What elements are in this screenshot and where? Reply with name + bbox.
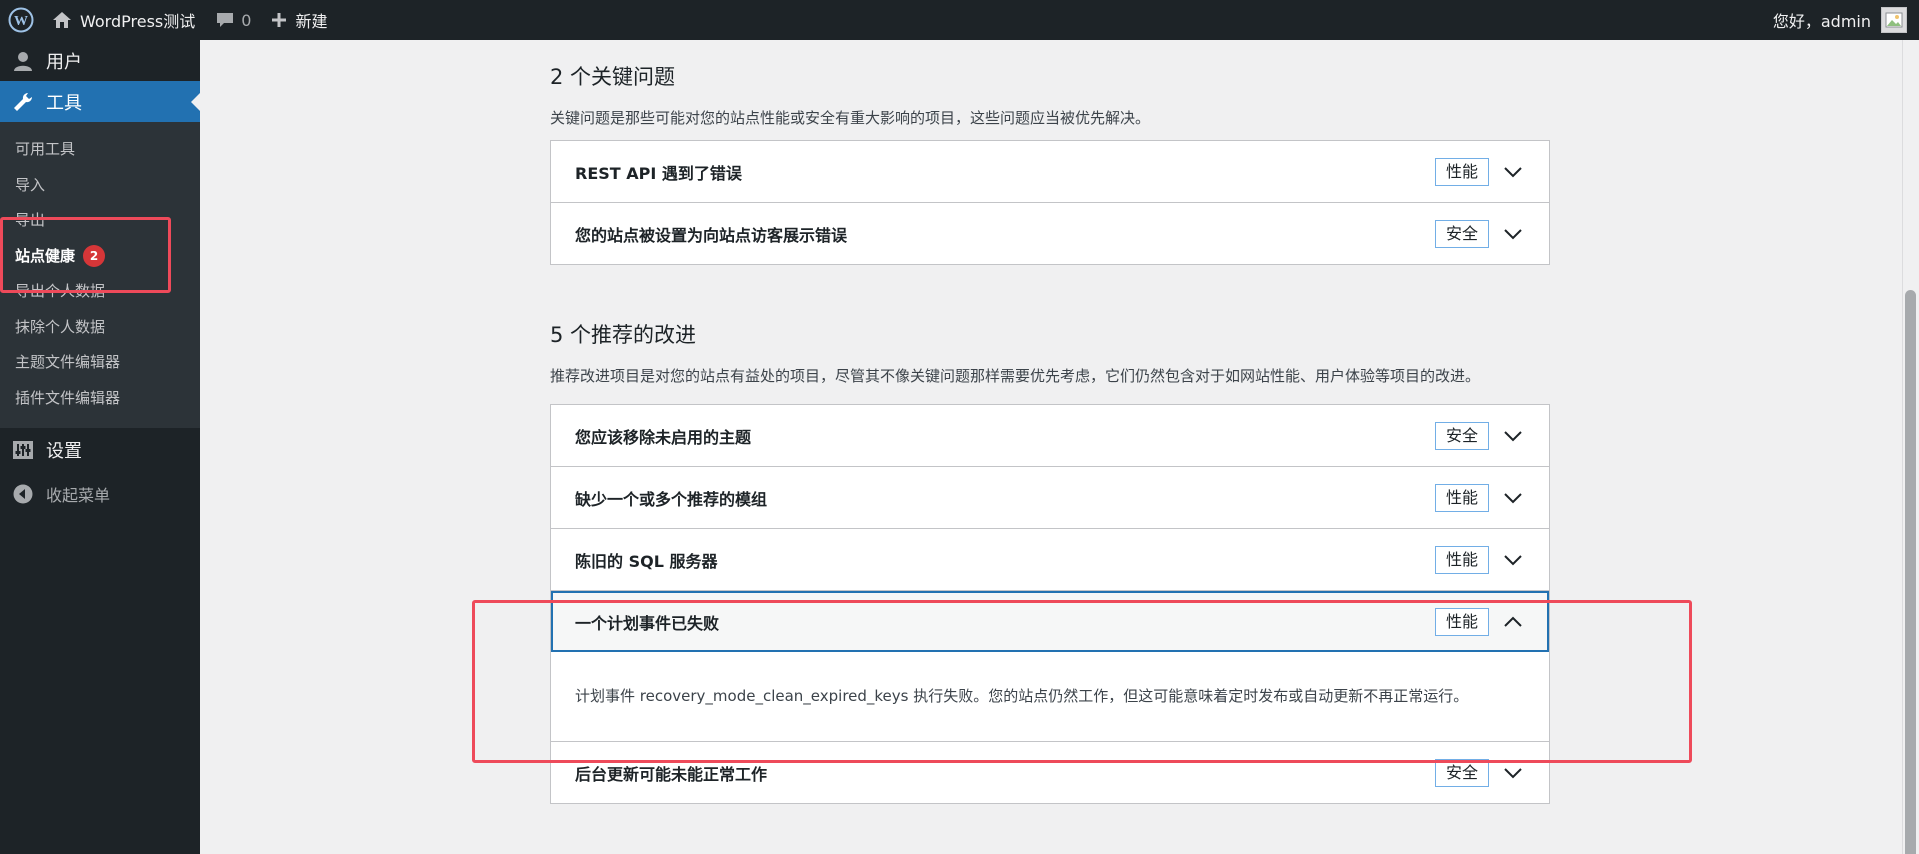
- chevron-down-icon: [1501, 160, 1525, 184]
- page-scrollbar[interactable]: [1902, 40, 1919, 854]
- admin-sidebar: 用户 工具 可用工具 导入 导出 站点健康 2 导出个人数据 抹除个人数据 主题文…: [0, 40, 200, 854]
- submenu-available-tools[interactable]: 可用工具: [0, 132, 200, 168]
- issue-item: 您的站点被设置为向站点访客展示错误 安全: [551, 202, 1549, 264]
- submenu-label: 导出个人数据: [15, 282, 106, 300]
- my-account-link[interactable]: 您好，admin: [1763, 0, 1919, 40]
- recommended-improvements-description: 推荐改进项目是对您的站点有益处的项目，尽管其不像关键问题那样需要优先考虑，它们仍…: [550, 367, 1481, 385]
- issue-toggle-button[interactable]: 后台更新可能未能正常工作 安全: [551, 742, 1549, 803]
- critical-issues-description: 关键问题是那些可能对您的站点性能或安全有重大影响的项目，这些问题应当被优先解决。: [550, 109, 1151, 127]
- issue-category-badge: 性能: [1434, 157, 1489, 186]
- issue-item: 您应该移除未启用的主题 安全: [551, 405, 1549, 466]
- submenu-import[interactable]: 导入: [0, 168, 200, 204]
- issue-toggle-button[interactable]: 您的站点被设置为向站点访客展示错误 安全: [551, 203, 1549, 264]
- site-name: WordPress测试: [80, 12, 196, 31]
- issue-title: 后台更新可能未能正常工作: [575, 764, 768, 784]
- site-health-count-badge: 2: [83, 245, 106, 267]
- issue-item-expanded: 一个计划事件已失败 性能 计划事件 recovery_mode_clean_ex…: [551, 590, 1549, 741]
- issue-item: 后台更新可能未能正常工作 安全: [551, 741, 1549, 803]
- settings-sliders-icon: [12, 441, 34, 459]
- chevron-down-icon: [1501, 761, 1525, 785]
- collapse-menu-button[interactable]: 收起菜单: [0, 472, 200, 516]
- issue-item: REST API 遇到了错误 性能: [551, 141, 1549, 202]
- critical-issues-title: 2 个关键问题: [550, 65, 676, 89]
- submenu-label: 抹除个人数据: [15, 317, 106, 336]
- issue-title: 缺少一个或多个推荐的模组: [575, 489, 768, 509]
- submenu-export-personal-data[interactable]: 导出个人数据: [0, 274, 200, 310]
- home-icon: [52, 11, 72, 29]
- plus-icon: [271, 12, 287, 28]
- site-health-content: 2 个关键问题 关键问题是那些可能对您的站点性能或安全有重大影响的项目，这些问题…: [550, 40, 1550, 804]
- collapse-arrow-icon: [12, 484, 34, 504]
- new-label: 新建: [295, 12, 328, 31]
- greeting: 您好，admin: [1772, 12, 1871, 31]
- issue-item: 缺少一个或多个推荐的模组 性能: [551, 466, 1549, 528]
- issue-title: 陈旧的 SQL 服务器: [575, 551, 718, 571]
- chevron-up-icon: [1501, 610, 1525, 634]
- submenu-plugin-file-editor[interactable]: 插件文件编辑器: [0, 381, 200, 417]
- chevron-down-icon: [1501, 222, 1525, 246]
- submenu-label: 导入: [15, 175, 46, 194]
- issue-category-badge: 性能: [1434, 545, 1489, 574]
- chevron-down-icon: [1501, 548, 1525, 572]
- submenu-theme-file-editor[interactable]: 主题文件编辑器: [0, 345, 200, 381]
- issue-category-badge: 安全: [1434, 758, 1489, 787]
- submenu-label: 站点健康: [15, 246, 76, 265]
- issue-toggle-button[interactable]: 陈旧的 SQL 服务器 性能: [551, 529, 1549, 590]
- recommended-improvements-title: 5 个推荐的改进: [550, 323, 697, 347]
- issue-title: 您应该移除未启用的主题: [575, 427, 752, 447]
- issue-title: 您的站点被设置为向站点访客展示错误: [575, 225, 848, 245]
- new-content-link[interactable]: 新建: [261, 0, 337, 40]
- issue-toggle-button[interactable]: 您应该移除未启用的主题 安全: [551, 405, 1549, 466]
- submenu-erase-personal-data[interactable]: 抹除个人数据: [0, 310, 200, 346]
- submenu-label: 可用工具: [15, 140, 76, 158]
- menu-tools[interactable]: 工具: [0, 81, 200, 122]
- menu-users[interactable]: 用户: [0, 40, 200, 81]
- submenu-export[interactable]: 导出: [0, 203, 200, 239]
- wrench-icon: [12, 92, 34, 112]
- menu-users-label: 用户: [46, 51, 82, 73]
- submenu-label: 插件文件编辑器: [15, 388, 121, 407]
- wordpress-logo-icon: W: [8, 7, 34, 33]
- menu-tools-label: 工具: [46, 92, 82, 114]
- issue-category-badge: 性能: [1434, 607, 1489, 636]
- issue-category-badge: 安全: [1434, 421, 1489, 450]
- scrollbar-thumb[interactable]: [1905, 290, 1916, 854]
- menu-settings[interactable]: 设置: [0, 428, 200, 472]
- submenu-label: 主题文件编辑器: [15, 353, 121, 371]
- svg-text:W: W: [14, 14, 28, 29]
- site-name-link[interactable]: WordPress测试: [42, 0, 205, 40]
- issue-toggle-button[interactable]: 缺少一个或多个推荐的模组 性能: [551, 467, 1549, 528]
- issue-category-badge: 性能: [1434, 483, 1489, 512]
- critical-issues-accordion: REST API 遇到了错误 性能 您的站点被设置为向站点访客展示错误 安全: [550, 140, 1550, 265]
- comments-count: 0: [241, 10, 252, 30]
- issue-item: 陈旧的 SQL 服务器 性能: [551, 528, 1549, 590]
- chevron-down-icon: [1501, 424, 1525, 448]
- issue-category-badge: 安全: [1434, 219, 1489, 248]
- issue-title: 一个计划事件已失败: [575, 613, 720, 633]
- recommended-improvements-accordion: 您应该移除未启用的主题 安全 缺少一个或多个推荐的模组 性能 陈旧的 SQL 服…: [550, 404, 1550, 804]
- comments-link[interactable]: 0: [205, 0, 261, 40]
- tools-submenu: 可用工具 导入 导出 站点健康 2 导出个人数据 抹除个人数据 主题文件编辑器 插…: [0, 122, 200, 428]
- issue-toggle-button[interactable]: 一个计划事件已失败 性能: [551, 591, 1549, 652]
- avatar-image-icon: [1885, 12, 1903, 28]
- wordpress-logo-button[interactable]: W: [0, 0, 42, 40]
- submenu-site-health[interactable]: 站点健康 2: [0, 239, 200, 275]
- comment-bubble-icon: [215, 11, 235, 29]
- issue-description: 计划事件 recovery_mode_clean_expired_keys 执行…: [575, 687, 1469, 705]
- issue-title: REST API 遇到了错误: [575, 163, 742, 183]
- user-icon: [12, 51, 34, 71]
- issue-details-panel: 计划事件 recovery_mode_clean_expired_keys 执行…: [551, 652, 1549, 741]
- menu-settings-label: 设置: [46, 441, 82, 462]
- admin-bar: W WordPress测试 0 新建 您好，admin: [0, 0, 1919, 40]
- chevron-down-icon: [1501, 486, 1525, 510]
- collapse-menu-label: 收起菜单: [46, 486, 111, 505]
- avatar: [1881, 7, 1907, 33]
- submenu-label: 导出: [15, 211, 46, 229]
- issue-toggle-button[interactable]: REST API 遇到了错误 性能: [551, 141, 1549, 202]
